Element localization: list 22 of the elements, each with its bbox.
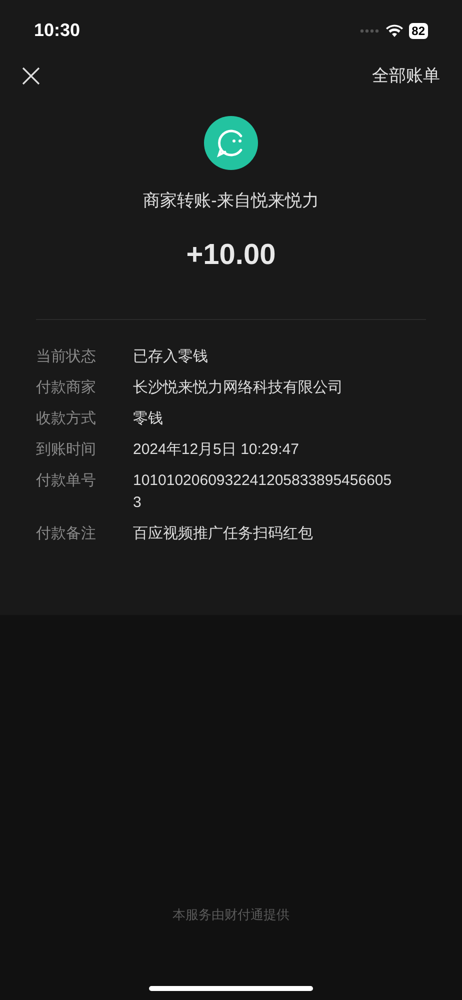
detail-label: 收款方式	[36, 409, 97, 429]
close-icon[interactable]	[22, 67, 40, 85]
detail-label: 付款商家	[36, 378, 97, 398]
detail-label: 付款单号	[36, 471, 97, 491]
detail-value: 零钱	[133, 409, 164, 429]
detail-label: 付款备注	[36, 524, 97, 544]
detail-value: 10101020609322412058338954566053	[133, 471, 393, 513]
detail-label: 当前状态	[36, 347, 97, 367]
amount: +10.00	[186, 238, 276, 272]
footer-note: 本服务由财付通提供	[172, 906, 290, 924]
status-time: 10:30	[34, 19, 80, 42]
signal-icon	[360, 28, 380, 32]
transfer-title: 商家转账-来自悦来悦力	[143, 190, 319, 212]
chat-bubble-icon	[204, 116, 258, 170]
detail-value: 长沙悦来悦力网络科技有限公司	[133, 378, 344, 398]
detail-value: 2024年12月5日 10:29:47	[133, 440, 300, 460]
wifi-icon	[386, 24, 403, 37]
detail-value: 已存入零钱	[133, 347, 209, 367]
all-bills-link[interactable]: 全部账单	[372, 63, 440, 89]
detail-label: 到账时间	[36, 440, 97, 460]
battery-icon: 82	[408, 22, 428, 38]
detail-value: 百应视频推广任务扫码红包	[133, 524, 314, 544]
